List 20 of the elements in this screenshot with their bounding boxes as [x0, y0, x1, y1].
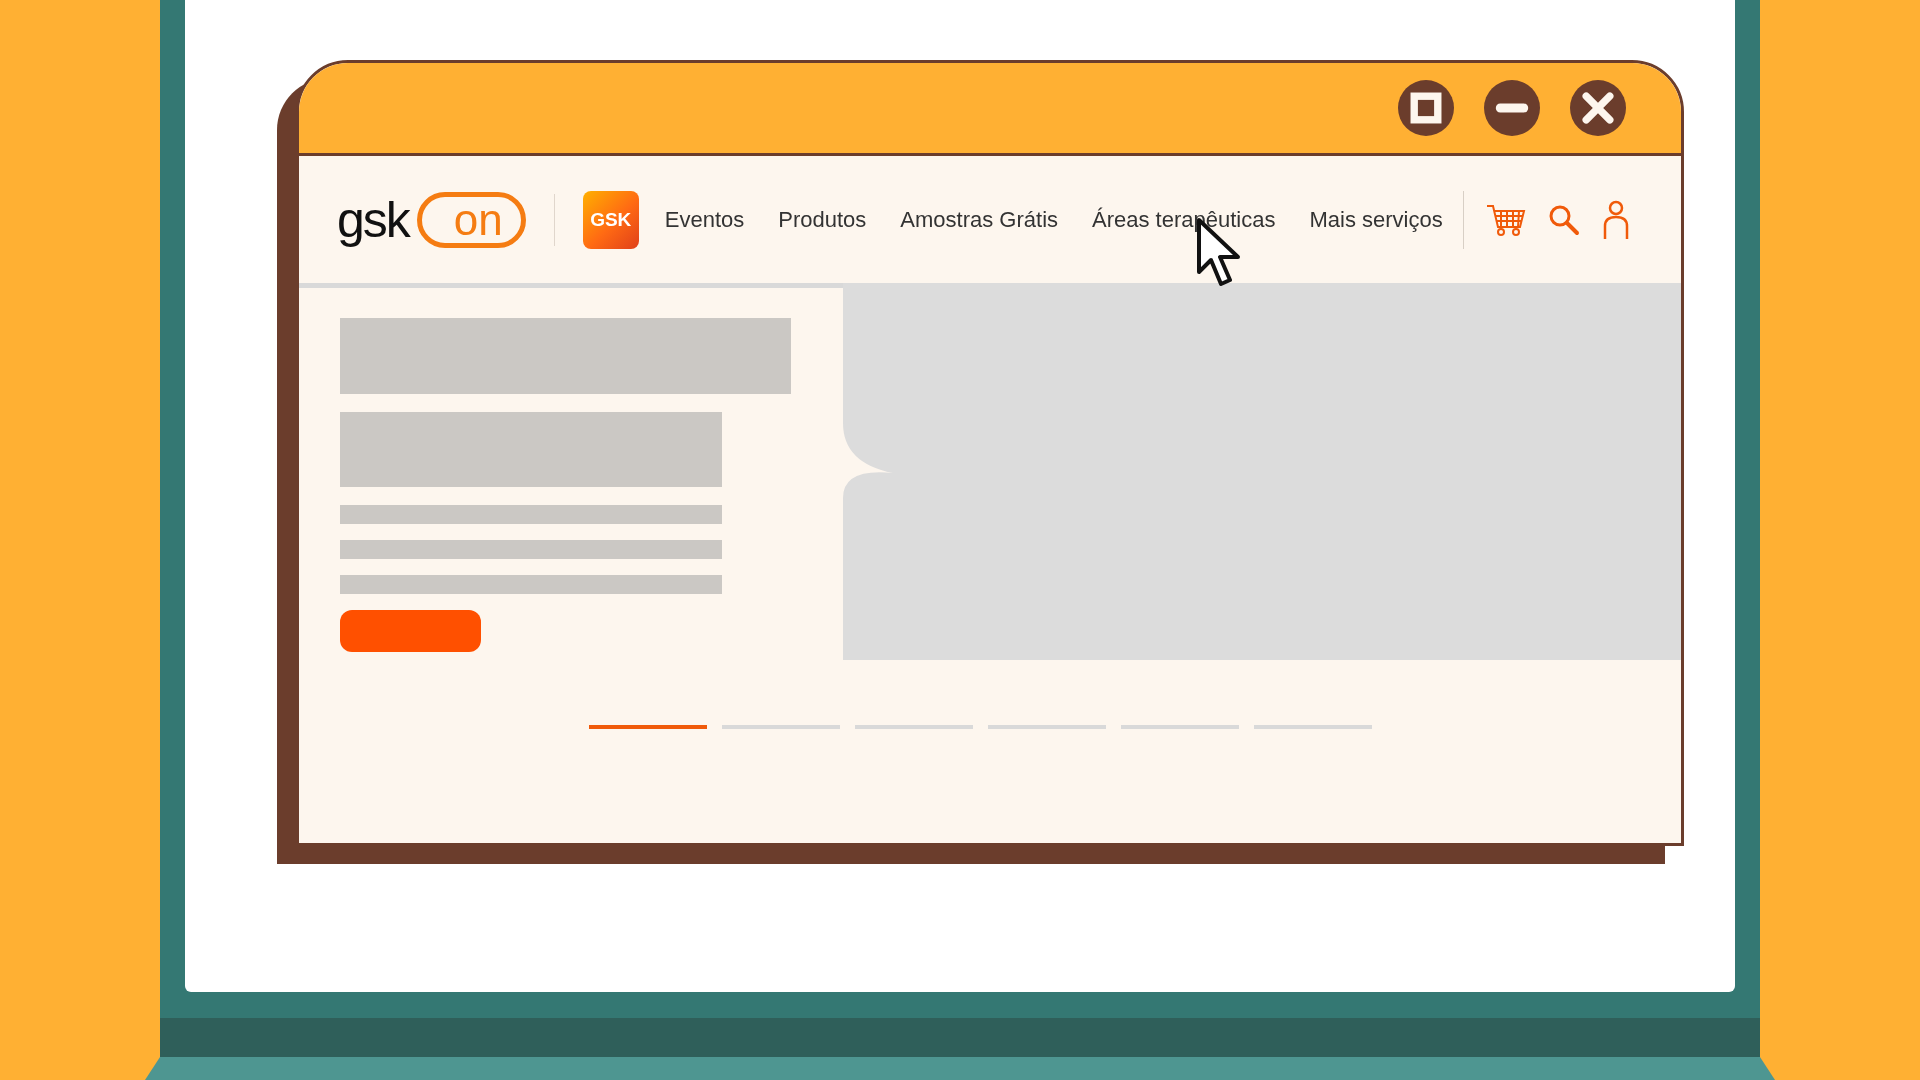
carousel-indicator[interactable] [589, 725, 707, 729]
carousel-indicator[interactable] [722, 725, 840, 729]
carousel-indicator[interactable] [1254, 725, 1372, 729]
nav-link[interactable]: Produtos [778, 206, 867, 233]
carousel-indicator[interactable] [1121, 725, 1239, 729]
logo-text: gsk [337, 190, 409, 249]
search-icon[interactable] [1547, 203, 1580, 236]
minimize-button[interactable] [1484, 80, 1540, 136]
button-placeholder[interactable] [340, 610, 481, 652]
carousel-indicator[interactable] [855, 725, 973, 729]
nav-link[interactable]: Eventos [664, 206, 745, 233]
close-button[interactable] [1570, 80, 1626, 136]
nav-link[interactable]: Mais serviços [1309, 206, 1443, 233]
carousel-indicator[interactable] [988, 725, 1106, 729]
maximize-button[interactable] [1398, 80, 1454, 136]
user-icon[interactable] [1601, 199, 1630, 240]
cart-icon[interactable] [1485, 202, 1526, 237]
logo-pill: on [416, 191, 526, 248]
brand-badge: GSK [582, 190, 639, 249]
nav-link[interactable]: Amostras Grátis [900, 206, 1059, 233]
